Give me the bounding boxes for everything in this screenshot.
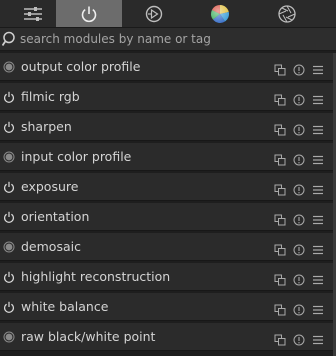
menu-icon[interactable] xyxy=(312,181,324,195)
menu-icon[interactable] xyxy=(312,271,324,285)
reset-icon[interactable] xyxy=(293,211,305,226)
color-wheel-icon xyxy=(211,4,230,23)
reset-icon[interactable] xyxy=(293,91,305,106)
menu-icon[interactable] xyxy=(312,151,324,165)
module-row[interactable]: highlight reconstruction xyxy=(0,263,336,291)
search-input[interactable] xyxy=(20,30,320,47)
presets-icon[interactable] xyxy=(274,211,286,226)
play-circle-icon xyxy=(145,5,163,22)
module-label: output color profile xyxy=(21,59,141,74)
module-group-tabbar xyxy=(0,0,336,28)
module-row[interactable]: output color profile xyxy=(0,53,336,81)
power-icon[interactable] xyxy=(3,181,15,193)
power-icon[interactable] xyxy=(3,121,15,133)
module-list: output color profile filmic rgb sharpen inp… xyxy=(0,53,336,353)
menu-icon[interactable] xyxy=(312,301,324,315)
tab-active-modules[interactable] xyxy=(56,0,122,27)
sliders-icon xyxy=(24,6,42,21)
menu-icon[interactable] xyxy=(312,241,324,255)
module-actions xyxy=(274,331,324,346)
module-row[interactable]: exposure xyxy=(0,173,336,201)
reset-icon[interactable] xyxy=(293,331,305,346)
module-row[interactable]: orientation xyxy=(0,203,336,231)
module-label: input color profile xyxy=(21,149,132,164)
module-row[interactable]: demosaic xyxy=(0,233,336,261)
menu-icon[interactable] xyxy=(312,61,324,75)
reset-icon[interactable] xyxy=(293,271,305,286)
always-on-icon xyxy=(3,241,15,253)
power-icon[interactable] xyxy=(3,211,15,223)
search-icon xyxy=(2,31,15,47)
power-icon xyxy=(81,6,97,22)
power-icon[interactable] xyxy=(3,271,15,283)
tab-base-modules[interactable] xyxy=(121,0,187,27)
module-row[interactable]: filmic rgb xyxy=(0,83,336,111)
reset-icon[interactable] xyxy=(293,181,305,196)
module-actions xyxy=(274,121,324,136)
reset-icon[interactable] xyxy=(293,301,305,316)
power-icon[interactable] xyxy=(3,301,15,313)
search-bar xyxy=(0,28,336,51)
always-on-icon xyxy=(3,61,15,73)
reset-icon[interactable] xyxy=(293,241,305,256)
reset-icon[interactable] xyxy=(293,121,305,136)
module-actions xyxy=(274,181,324,196)
presets-icon[interactable] xyxy=(274,121,286,136)
presets-icon[interactable] xyxy=(274,271,286,286)
power-icon[interactable] xyxy=(3,91,15,103)
module-label: highlight reconstruction xyxy=(21,269,171,284)
module-row[interactable]: white balance xyxy=(0,293,336,321)
module-actions xyxy=(274,151,324,166)
reset-icon[interactable] xyxy=(293,61,305,76)
module-label: exposure xyxy=(21,179,79,194)
always-on-icon xyxy=(3,331,15,343)
module-actions xyxy=(274,301,324,316)
presets-icon[interactable] xyxy=(274,61,286,76)
module-label: orientation xyxy=(21,209,90,224)
module-label: filmic rgb xyxy=(21,89,80,104)
module-row[interactable]: sharpen xyxy=(0,113,336,141)
module-label: raw black/white point xyxy=(21,329,156,344)
presets-icon[interactable] xyxy=(274,181,286,196)
presets-icon[interactable] xyxy=(274,301,286,316)
menu-icon[interactable] xyxy=(312,91,324,105)
tab-color-modules[interactable] xyxy=(187,0,253,27)
module-actions xyxy=(274,61,324,76)
module-actions xyxy=(274,241,324,256)
module-actions xyxy=(274,271,324,286)
presets-icon[interactable] xyxy=(274,151,286,166)
presets-icon[interactable] xyxy=(274,91,286,106)
menu-icon[interactable] xyxy=(312,331,324,345)
menu-icon[interactable] xyxy=(312,211,324,225)
module-label: white balance xyxy=(21,299,109,314)
aperture-icon xyxy=(278,4,296,23)
module-actions xyxy=(274,211,324,226)
module-row[interactable]: raw black/white point xyxy=(0,323,336,351)
presets-icon[interactable] xyxy=(274,331,286,346)
reset-icon[interactable] xyxy=(293,151,305,166)
menu-icon[interactable] xyxy=(312,121,324,135)
module-label: demosaic xyxy=(21,239,81,254)
module-row[interactable]: input color profile xyxy=(0,143,336,171)
module-actions xyxy=(274,91,324,106)
tab-correct-modules[interactable] xyxy=(254,0,320,27)
always-on-icon xyxy=(3,151,15,163)
presets-icon[interactable] xyxy=(274,241,286,256)
module-label: sharpen xyxy=(21,119,72,134)
